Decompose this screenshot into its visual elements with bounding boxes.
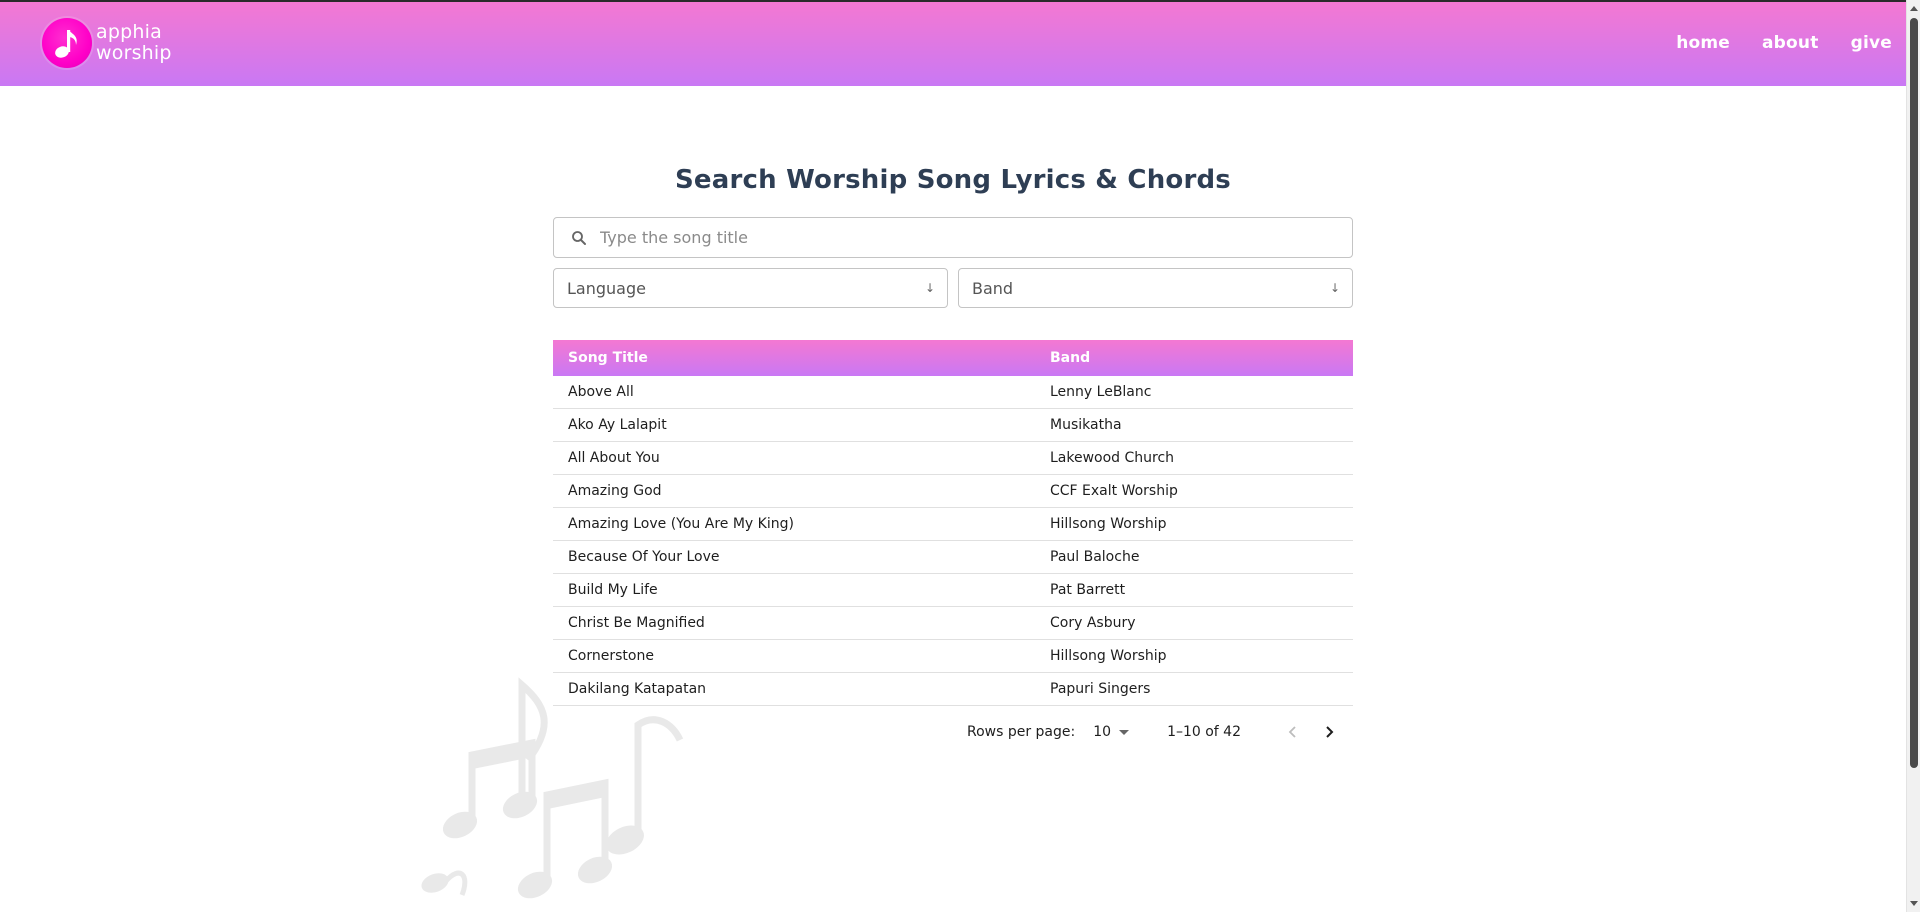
arrow-down-icon: ↓ (924, 281, 935, 295)
rows-per-page-label: Rows per page: (966, 724, 1076, 740)
language-select-label: Language (567, 278, 646, 298)
table-row[interactable]: Ako Ay Lalapit Musikatha (553, 409, 1353, 442)
nav-home-link[interactable]: home (1676, 33, 1730, 53)
song-title-cell[interactable]: Cornerstone (553, 648, 1050, 664)
song-title-cell[interactable]: Amazing God (553, 483, 1050, 499)
song-title-cell[interactable]: Ako Ay Lalapit (553, 417, 1050, 433)
scroll-down-icon[interactable] (1910, 901, 1918, 906)
songs-table: Song Title Band Above All Lenny LeBlanc … (553, 340, 1353, 758)
page-scrollbar[interactable] (1906, 0, 1920, 912)
search-icon (572, 230, 586, 245)
song-title-cell[interactable]: Build My Life (553, 582, 1050, 598)
song-title-cell[interactable]: Because Of Your Love (553, 549, 1050, 565)
brand[interactable]: apphia worship (42, 18, 172, 68)
music-note-icon[interactable] (42, 18, 92, 68)
band-select[interactable]: Band ↓ (958, 268, 1353, 308)
language-select[interactable]: Language ↓ (553, 268, 948, 308)
song-title-cell[interactable]: Christ Be Magnified (553, 615, 1050, 631)
column-header-band[interactable]: Band (1050, 350, 1353, 366)
band-cell: CCF Exalt Worship (1050, 483, 1178, 499)
search-box[interactable] (553, 217, 1353, 258)
brand-line-2: worship (96, 42, 172, 64)
table-header: Song Title Band (553, 340, 1353, 376)
table-row[interactable]: Because Of Your Love Paul Baloche (553, 541, 1353, 574)
brand-line-1: apphia (96, 21, 162, 43)
table-row[interactable]: Dakilang Katapatan Papuri Singers (553, 673, 1353, 706)
song-title-cell[interactable]: Dakilang Katapatan (553, 681, 1050, 697)
chevron-left-icon (1288, 726, 1296, 738)
main-nav: home about give (1644, 33, 1892, 53)
chevron-right-icon (1326, 726, 1334, 738)
song-title-cell[interactable]: Above All (553, 384, 1050, 400)
scroll-up-icon[interactable] (1910, 6, 1918, 11)
table-row[interactable]: All About You Lakewood Church (553, 442, 1353, 475)
table-row[interactable]: Build My Life Pat Barrett (553, 574, 1353, 607)
rows-per-page-select[interactable]: 10 (1093, 724, 1130, 740)
band-select-label: Band (972, 278, 1014, 298)
table-row[interactable]: Amazing Love (You Are My King) Hillsong … (553, 508, 1353, 541)
band-cell: Papuri Singers (1050, 681, 1151, 697)
caret-down-icon (1119, 729, 1130, 735)
column-header-song-title[interactable]: Song Title (553, 350, 1050, 366)
band-cell: Lenny LeBlanc (1050, 384, 1152, 400)
table-row[interactable]: Above All Lenny LeBlanc (553, 376, 1353, 409)
brand-name[interactable]: apphia worship (96, 22, 172, 64)
next-page-button[interactable] (1315, 718, 1343, 746)
rows-per-page-value: 10 (1093, 724, 1112, 740)
table-row[interactable]: Cornerstone Hillsong Worship (553, 640, 1353, 673)
main-content: Search Worship Song Lyrics & Chords Lang… (553, 160, 1353, 758)
band-cell: Paul Baloche (1050, 549, 1140, 565)
scrollbar-thumb[interactable] (1910, 18, 1918, 768)
table-row[interactable]: Amazing God CCF Exalt Worship (553, 475, 1353, 508)
arrow-down-icon: ↓ (1329, 281, 1340, 295)
table-pagination: Rows per page: 10 1–10 of 42 (553, 706, 1353, 758)
top-navbar: apphia worship home about give (0, 0, 1906, 86)
nav-about-link[interactable]: about (1762, 33, 1819, 53)
filters-row: Language ↓ Band ↓ (553, 268, 1353, 308)
song-title-cell[interactable]: Amazing Love (You Are My King) (553, 516, 1050, 532)
band-cell: Musikatha (1050, 417, 1122, 433)
pagination-range: 1–10 of 42 (1167, 724, 1241, 740)
search-input[interactable] (600, 228, 1300, 247)
page-title: Search Worship Song Lyrics & Chords (675, 165, 1231, 195)
song-title-cell[interactable]: All About You (553, 450, 1050, 466)
band-cell: Hillsong Worship (1050, 648, 1167, 664)
nav-give-link[interactable]: give (1851, 33, 1892, 53)
band-cell: Pat Barrett (1050, 582, 1126, 598)
band-cell: Lakewood Church (1050, 450, 1175, 466)
previous-page-button[interactable] (1279, 718, 1307, 746)
band-cell: Hillsong Worship (1050, 516, 1167, 532)
band-cell: Cory Asbury (1050, 615, 1136, 631)
table-row[interactable]: Christ Be Magnified Cory Asbury (553, 607, 1353, 640)
